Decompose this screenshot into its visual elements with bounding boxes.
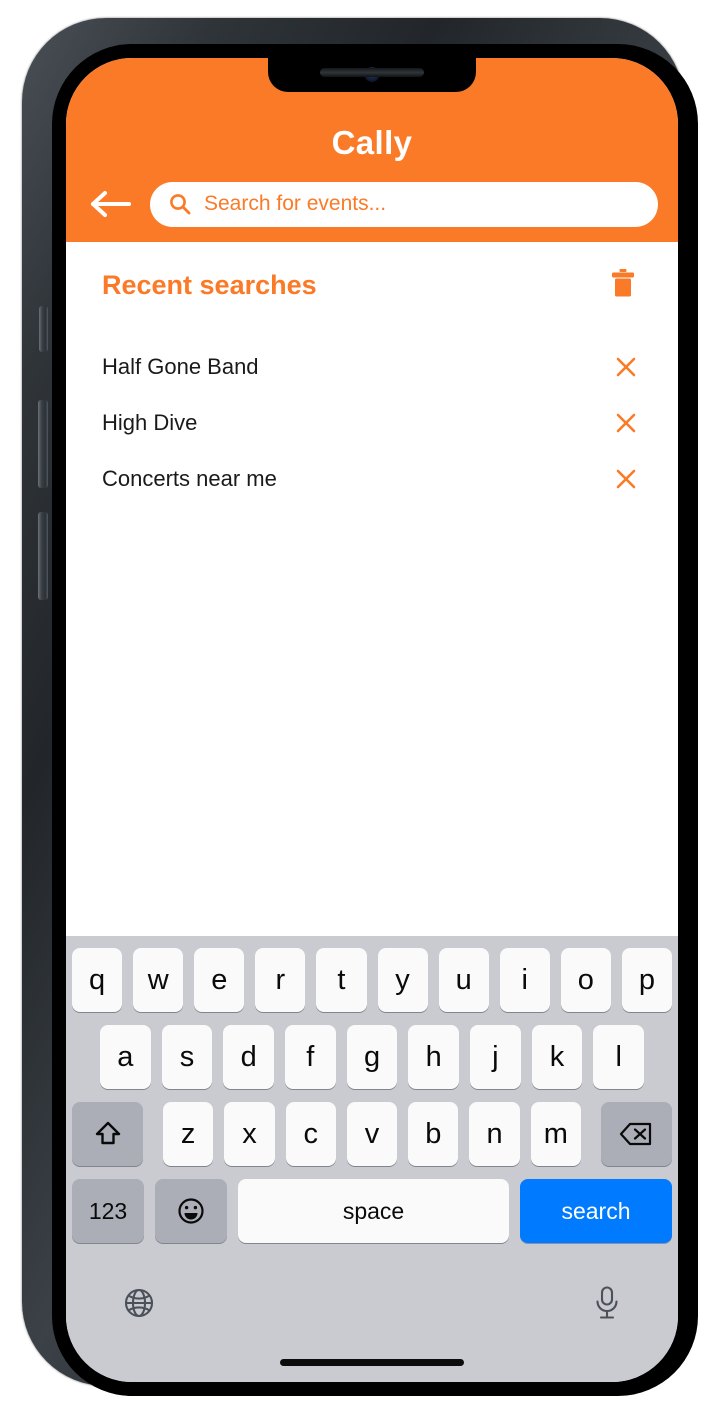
- key-q[interactable]: q: [72, 948, 123, 1012]
- key-r[interactable]: r: [255, 948, 306, 1012]
- numbers-key[interactable]: 123: [72, 1179, 144, 1243]
- search-input[interactable]: Search for events...: [150, 181, 658, 227]
- trash-icon: [612, 269, 634, 297]
- key-d[interactable]: d: [223, 1025, 274, 1089]
- home-indicator: [280, 1359, 464, 1366]
- key-w[interactable]: w: [133, 948, 184, 1012]
- globe-key[interactable]: [122, 1286, 156, 1320]
- key-b[interactable]: b: [408, 1102, 459, 1166]
- phone-screen: Cally Search for events... Recent search…: [66, 58, 678, 1382]
- mute-switch[interactable]: [39, 306, 48, 352]
- shift-icon: [95, 1121, 120, 1145]
- key-e[interactable]: e: [194, 948, 245, 1012]
- globe-icon: [124, 1288, 154, 1318]
- remove-recent-search-button[interactable]: [612, 463, 640, 495]
- volume-up-button[interactable]: [38, 400, 48, 488]
- key-f[interactable]: f: [285, 1025, 336, 1089]
- key-p[interactable]: p: [621, 948, 672, 1012]
- microphone-icon: [596, 1286, 618, 1319]
- earpiece-speaker: [320, 68, 424, 77]
- backspace-icon: [620, 1122, 652, 1146]
- search-icon: [170, 194, 191, 215]
- close-icon: [616, 413, 636, 433]
- remove-recent-search-button[interactable]: [612, 351, 640, 383]
- close-icon: [616, 469, 636, 489]
- back-arrow-icon: [91, 191, 131, 217]
- key-j[interactable]: j: [470, 1025, 521, 1089]
- list-item[interactable]: Half Gone Band: [66, 339, 678, 395]
- content-area: Recent searches Half Gone Band High Dive…: [66, 242, 678, 936]
- clear-all-button[interactable]: [606, 264, 640, 307]
- keyboard-bottom-row: [66, 1276, 678, 1330]
- recent-searches-title: Recent searches: [102, 270, 317, 300]
- key-c[interactable]: c: [285, 1102, 336, 1166]
- key-o[interactable]: o: [560, 948, 611, 1012]
- keyboard-row-1: q w e r t y u i o p: [66, 948, 678, 1012]
- back-button[interactable]: [84, 182, 138, 226]
- keyboard-row-3: z x c v b n m: [66, 1102, 678, 1166]
- key-m[interactable]: m: [530, 1102, 581, 1166]
- page-title: Cally: [331, 124, 413, 161]
- key-n[interactable]: n: [469, 1102, 520, 1166]
- space-key[interactable]: space: [238, 1179, 509, 1243]
- recent-search-label: High Dive: [102, 410, 198, 435]
- key-s[interactable]: s: [161, 1025, 213, 1089]
- volume-down-button[interactable]: [38, 512, 48, 600]
- phone-frame: Cally Search for events... Recent search…: [22, 18, 698, 1396]
- recent-search-label: Concerts near me: [102, 466, 277, 491]
- emoji-icon: [178, 1198, 204, 1224]
- backspace-key[interactable]: [600, 1102, 672, 1166]
- key-g[interactable]: g: [346, 1025, 398, 1089]
- key-a[interactable]: a: [99, 1025, 151, 1089]
- shift-key[interactable]: [72, 1102, 144, 1166]
- key-i[interactable]: i: [499, 948, 550, 1012]
- remove-recent-search-button[interactable]: [612, 407, 640, 439]
- close-icon: [616, 357, 636, 377]
- recent-searches-list: Half Gone Band High Dive Concerts near m…: [66, 339, 678, 507]
- keyboard-row-4: 123 space search: [66, 1179, 678, 1243]
- key-l[interactable]: l: [593, 1025, 645, 1089]
- key-t[interactable]: t: [316, 948, 367, 1012]
- emoji-key[interactable]: [155, 1179, 227, 1243]
- recent-searches-header: Recent searches: [66, 242, 678, 307]
- key-v[interactable]: v: [346, 1102, 398, 1166]
- key-u[interactable]: u: [438, 948, 489, 1012]
- list-item[interactable]: Concerts near me: [66, 451, 678, 507]
- keyboard-row-2: a s d f g h j k l: [66, 1025, 678, 1089]
- on-screen-keyboard: q w e r t y u i o p a s d f g h j k l z …: [66, 936, 678, 1382]
- key-y[interactable]: y: [377, 948, 428, 1012]
- key-z[interactable]: z: [163, 1102, 214, 1166]
- dictation-key[interactable]: [592, 1285, 622, 1321]
- key-x[interactable]: x: [224, 1102, 275, 1166]
- key-k[interactable]: k: [531, 1025, 583, 1089]
- search-row: Search for events...: [66, 178, 678, 230]
- search-input-placeholder: Search for events...: [204, 192, 387, 215]
- key-h[interactable]: h: [408, 1025, 460, 1089]
- list-item[interactable]: High Dive: [66, 395, 678, 451]
- recent-search-label: Half Gone Band: [102, 354, 259, 379]
- search-submit-key[interactable]: search: [520, 1179, 672, 1243]
